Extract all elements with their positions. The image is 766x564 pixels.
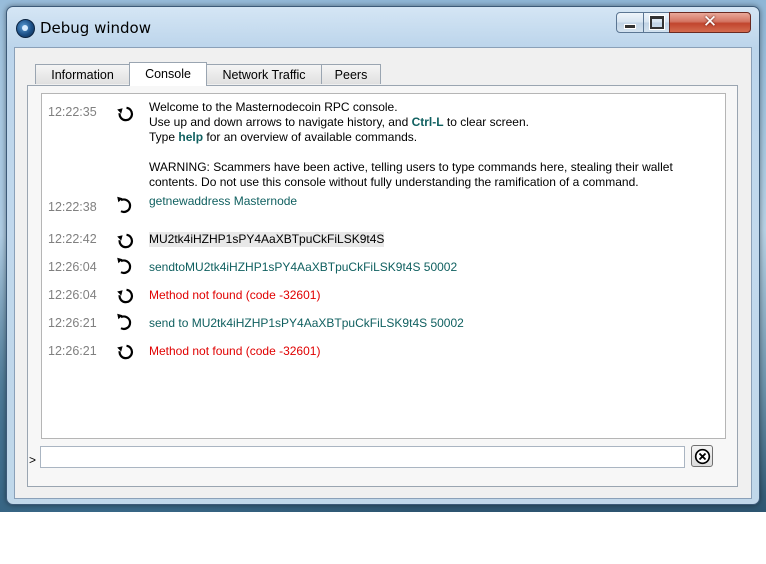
welcome-line-1: Welcome to the Masternodecoin RPC consol… (149, 100, 398, 114)
request-text: getnewaddress Masternode (149, 194, 298, 208)
welcome-text: for an overview of available commands. (203, 130, 418, 144)
console-input-row: > (28, 444, 739, 474)
welcome-message: Welcome to the Masternodecoin RPC consol… (149, 100, 709, 190)
error-text: Method not found (code -32601) (149, 288, 321, 302)
close-icon: ✕ (702, 12, 718, 32)
console-prompt: > (29, 453, 37, 467)
request-icon (116, 196, 134, 214)
help-keyword: help (178, 130, 204, 144)
timestamp: 12:22:38 (48, 200, 97, 214)
welcome-line-3: Type help for an overview of available c… (149, 130, 709, 145)
timestamp: 12:26:04 (48, 260, 97, 274)
minimize-button[interactable] (616, 12, 644, 33)
timestamp: 12:26:21 (48, 316, 97, 330)
tab-peers[interactable]: Peers (321, 64, 381, 84)
welcome-text: Type (149, 130, 179, 144)
timestamp: 12:22:35 (48, 105, 97, 119)
request-text: sendtoMU2tk4iHZHP1sPY4AaXBTpuCkFiLSK9t4S… (149, 260, 458, 274)
request-icon (116, 257, 134, 275)
tab-information[interactable]: Information (35, 64, 130, 84)
welcome-text: Use up and down arrows to navigate histo… (149, 115, 412, 129)
clear-console-button[interactable] (691, 445, 713, 467)
reply-icon (116, 287, 134, 305)
timestamp: 12:26:21 (48, 344, 97, 358)
minimize-icon (624, 24, 636, 29)
welcome-text: to clear screen. (443, 115, 529, 129)
tab-console[interactable]: Console (129, 62, 207, 86)
title-bar[interactable]: Debug window ✕ (7, 7, 759, 47)
warning-text: WARNING: Scammers have been active, tell… (149, 160, 673, 189)
timestamp: 12:22:42 (48, 232, 97, 246)
reply-icon (116, 343, 134, 361)
debug-window: Debug window ✕ Information Console Netwo… (6, 6, 760, 505)
tab-network-traffic[interactable]: Network Traffic (206, 64, 322, 84)
timestamp: 12:26:04 (48, 288, 97, 302)
console-panel: 12:22:35 Welcome to the Masternodecoin R… (27, 85, 738, 487)
window-client-area: Information Console Network Traffic Peer… (14, 47, 752, 499)
reply-icon (116, 105, 134, 123)
request-icon (116, 313, 134, 331)
welcome-line-2: Use up and down arrows to navigate histo… (149, 115, 709, 130)
close-button[interactable]: ✕ (669, 12, 751, 33)
ctrl-l-keyword: Ctrl-L (411, 115, 444, 129)
request-text: send to MU2tk4iHZHP1sPY4AaXBTpuCkFiLSK9t… (149, 316, 464, 330)
console-command-input[interactable] (40, 446, 685, 468)
maximize-icon (649, 16, 664, 29)
window-title: Debug window (40, 19, 152, 37)
console-output[interactable]: 12:22:35 Welcome to the Masternodecoin R… (41, 93, 726, 439)
clear-console-icon (694, 448, 711, 465)
maximize-button[interactable] (643, 12, 670, 33)
app-icon (16, 19, 35, 38)
error-text: Method not found (code -32601) (149, 344, 321, 358)
reply-text: MU2tk4iHZHP1sPY4AaXBTpuCkFiLSK9t4S (149, 232, 385, 247)
reply-icon (116, 232, 134, 250)
welcome-blank-line (149, 145, 709, 160)
